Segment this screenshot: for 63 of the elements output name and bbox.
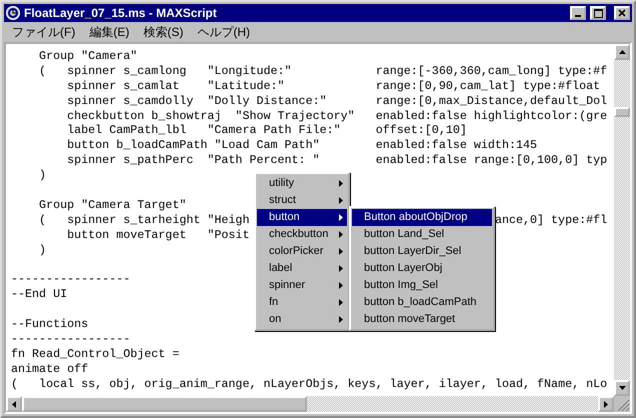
- code-text: spinner s_camlat "Latitude:": [66, 78, 286, 94]
- scroll-down-icon[interactable]: [614, 380, 630, 396]
- code-text: range:[0,90,cam_lat] type:#float: [376, 78, 600, 94]
- code-line: -----------------: [11, 272, 130, 288]
- code-text: ( spinner s_tarheight "Heigh: [38, 212, 250, 227]
- code-text: enabled:false highlightcolor:(gre: [376, 108, 608, 124]
- scroll-thumb[interactable]: [614, 107, 630, 117]
- menu-item[interactable]: button moveTarget: [352, 311, 492, 328]
- code-text: enabled:false width:145: [376, 138, 538, 154]
- code-line: -----------------: [11, 332, 130, 347]
- code-text: ance,0] type:#fl: [494, 212, 608, 228]
- code-text: ( spinner s_camlong "Longitude:": [38, 64, 293, 79]
- code-text: range:[-360,360,cam_long] type:#f: [376, 64, 608, 79]
- menu-item[interactable]: 編集(E): [89, 23, 130, 41]
- menu-item[interactable]: fn: [257, 294, 347, 311]
- code-text: label CamPath_lbl "Camera Path File:": [66, 123, 342, 138]
- code-line: ): [38, 242, 46, 258]
- code-text: spinner s_camdolly "Dolly Distance:": [66, 94, 328, 109]
- scroll-up-icon[interactable]: [614, 44, 630, 60]
- menu-item[interactable]: struct: [257, 192, 347, 209]
- vertical-scrollbar[interactable]: [614, 44, 630, 396]
- menu-item[interactable]: spinner: [257, 277, 347, 294]
- minimize-button[interactable]: [570, 6, 586, 20]
- menu-item[interactable]: on: [257, 311, 347, 328]
- code-line: button moveTarget "Posit: [66, 228, 250, 243]
- size-grip-icon[interactable]: [614, 396, 630, 412]
- menu-item[interactable]: button Land_Sel: [352, 226, 492, 243]
- close-icon: [618, 9, 626, 17]
- code-line: --End UI: [11, 287, 68, 302]
- code-text: offset:[0,10]: [376, 123, 467, 138]
- menu-item[interactable]: Button aboutObjDrop: [352, 209, 492, 226]
- code-text: range:[0,max_Distance,default_Dol: [376, 94, 608, 109]
- code-text: enabled:false range:[0,100,0] typ: [376, 153, 608, 168]
- scroll-thumb[interactable]: [22, 396, 307, 412]
- code-line: ): [38, 168, 46, 184]
- close-button[interactable]: [614, 6, 630, 20]
- scroll-left-icon[interactable]: [6, 396, 22, 412]
- menu-item[interactable]: ヘルプ(H): [197, 23, 250, 41]
- menu-item[interactable]: button LayerObj: [352, 260, 492, 277]
- window-title: FloatLayer_07_15.ms - MAXScript: [24, 5, 217, 22]
- menu-item[interactable]: utility: [257, 175, 347, 192]
- code-line: animate off: [11, 362, 88, 377]
- code-text: checkbutton b_showtraj "Show Trajectory": [66, 108, 356, 124]
- code-line: Group "Camera": [38, 49, 138, 64]
- menu-item[interactable]: button: [257, 209, 347, 226]
- code-line: --Functions: [11, 317, 88, 332]
- menu-item[interactable]: colorPicker: [257, 243, 347, 260]
- menu-item[interactable]: button LayerDir_Sel: [352, 243, 492, 260]
- menu-item[interactable]: 検索(S): [143, 23, 184, 41]
- code-text: spinner s_pathPerc "Path Percent: ": [66, 153, 321, 168]
- scroll-right-icon[interactable]: [598, 396, 614, 412]
- menu-item[interactable]: checkbutton: [257, 226, 347, 243]
- maximize-button[interactable]: [590, 6, 606, 20]
- menu-item[interactable]: button b_loadCamPath: [352, 294, 492, 311]
- maximize-icon: [594, 8, 602, 18]
- code-line: ( local ss, obj, orig_anim_range, nLayerObjs, keys, layer, ilayer, load, fName, nLo: [11, 376, 608, 392]
- horizontal-scrollbar[interactable]: [6, 396, 630, 412]
- menu-item[interactable]: ファイル(F): [12, 23, 76, 41]
- menu-item[interactable]: label: [257, 260, 347, 277]
- menu-item[interactable]: button Img_Sel: [352, 277, 492, 294]
- code-line: fn Read_Control_Object =: [11, 346, 180, 362]
- code-line: Group "Camera Target": [38, 198, 186, 213]
- code-text: button b_loadCamPath "Load Cam Path": [66, 138, 321, 154]
